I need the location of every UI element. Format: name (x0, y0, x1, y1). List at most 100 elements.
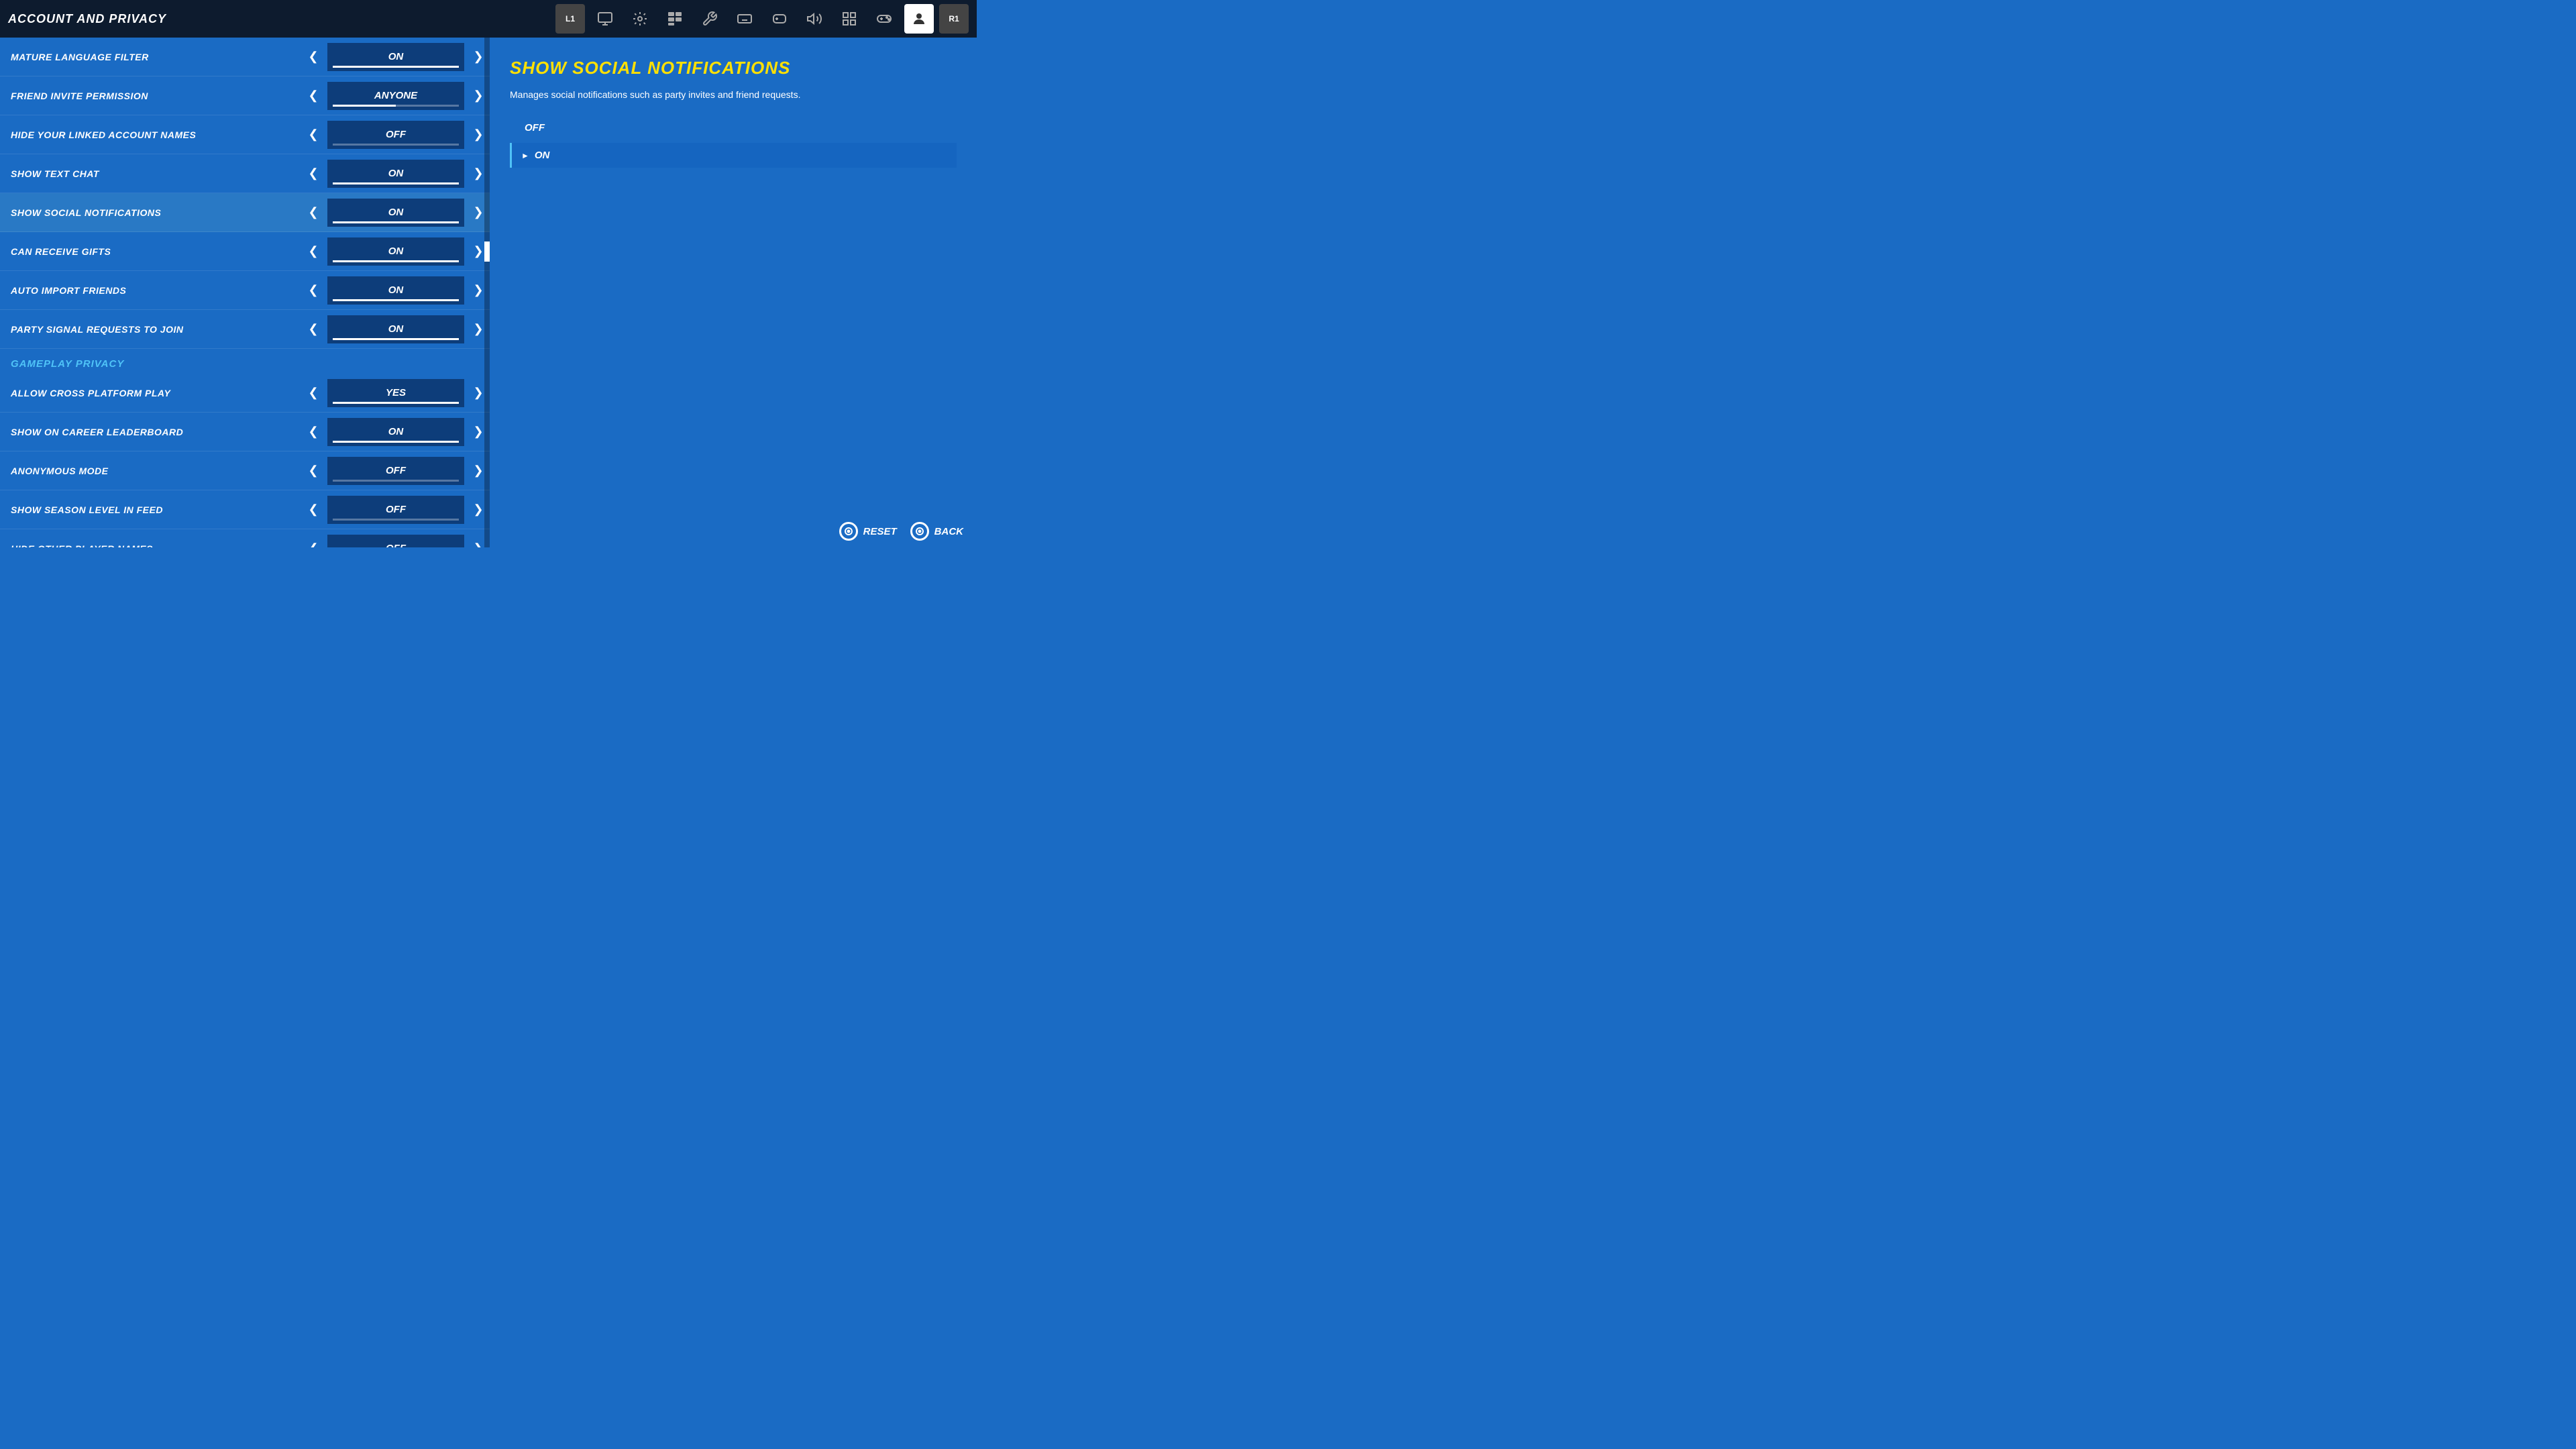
setting-row-auto-import-friends: AUTO IMPORT FRIENDS ❮ ON ❯ (0, 271, 490, 310)
settings-list: MATURE LANGUAGE FILTER ❮ ON ❯ FRIEND INV… (0, 38, 490, 547)
setting-row-hide-linked: HIDE YOUR LINKED ACCOUNT NAMES ❮ OFF ❯ (0, 115, 490, 154)
person-icon[interactable] (904, 4, 934, 34)
value-bar-fill-mature-language (333, 66, 459, 68)
setting-label-can-receive-gifts: CAN RECEIVE GIFTS (0, 246, 302, 257)
description-text: Manages social notifications such as par… (510, 88, 957, 102)
section-header-gameplay-privacy: GAMEPLAY PRIVACY (0, 349, 490, 374)
main-content: MATURE LANGUAGE FILTER ❮ ON ❯ FRIEND INV… (0, 38, 977, 547)
setting-row-show-social-notifications[interactable]: SHOW SOCIAL NOTIFICATIONS ❮ ON ❯ (0, 193, 490, 232)
setting-control-friend-invite: ❮ ANYONE ❯ (302, 82, 490, 110)
option-off[interactable]: OFF (510, 115, 957, 140)
scrollbar[interactable] (484, 38, 490, 547)
setting-control-hide-other-players: ❮ OFF ❯ (302, 535, 490, 548)
value-box-hide-linked: OFF (327, 121, 464, 149)
description-panel: SHOW SOCIAL NOTIFICATIONS Manages social… (490, 38, 977, 547)
back-button[interactable]: BACK (910, 522, 963, 541)
option-off-label: OFF (525, 122, 545, 133)
setting-control-career-leaderboard: ❮ ON ❯ (302, 418, 490, 446)
value-bar-fill-show-text-chat (333, 182, 459, 184)
description-title: SHOW SOCIAL NOTIFICATIONS (510, 58, 957, 78)
setting-control-mature-language: ❮ ON ❯ (302, 43, 490, 71)
scrollbar-thumb[interactable] (484, 241, 490, 262)
monitor-icon[interactable] (590, 4, 620, 34)
wrench-icon[interactable] (695, 4, 724, 34)
setting-label-party-signal: PARTY SIGNAL REQUESTS TO JOIN (0, 324, 302, 335)
value-bar-anonymous-mode (333, 480, 459, 482)
setting-label-show-text-chat: SHOW TEXT CHAT (0, 168, 302, 179)
value-text-hide-other-players: OFF (386, 543, 406, 547)
value-bar-hide-linked (333, 144, 459, 146)
bottom-bar: RESET BACK (826, 515, 977, 547)
setting-control-hide-linked: ❮ OFF ❯ (302, 121, 490, 149)
setting-label-mature-language: MATURE LANGUAGE FILTER (0, 52, 302, 62)
value-box-hide-other-players: OFF (327, 535, 464, 548)
setting-row-friend-invite: FRIEND INVITE PERMISSION ❮ ANYONE ❯ (0, 76, 490, 115)
arrow-left-party-signal[interactable]: ❮ (302, 317, 325, 341)
page-title: ACCOUNT AND PRIVACY (8, 12, 166, 26)
value-text-anonymous-mode: OFF (386, 465, 406, 476)
controller-icon[interactable] (869, 4, 899, 34)
arrow-left-show-text-chat[interactable]: ❮ (302, 162, 325, 186)
value-text-season-level: OFF (386, 504, 406, 515)
arrow-left-season-level[interactable]: ❮ (302, 498, 325, 522)
setting-label-hide-other-players: HIDE OTHER PLAYER NAMES (0, 543, 302, 548)
arrow-left-show-social-notifications[interactable]: ❮ (302, 201, 325, 225)
value-box-can-receive-gifts: ON (327, 237, 464, 266)
value-text-cross-platform: YES (386, 387, 406, 398)
l1-button[interactable]: L1 (555, 4, 585, 34)
arrow-left-career-leaderboard[interactable]: ❮ (302, 420, 325, 444)
audio-icon[interactable] (800, 4, 829, 34)
arrow-left-can-receive-gifts[interactable]: ❮ (302, 239, 325, 264)
gamepad2-icon[interactable] (765, 4, 794, 34)
arrow-left-auto-import-friends[interactable]: ❮ (302, 278, 325, 303)
value-box-season-level: OFF (327, 496, 464, 524)
value-box-show-social-notifications: ON (327, 199, 464, 227)
keyboard-icon[interactable] (730, 4, 759, 34)
arrow-left-anonymous-mode[interactable]: ❮ (302, 459, 325, 483)
setting-label-auto-import-friends: AUTO IMPORT FRIENDS (0, 285, 302, 296)
setting-control-cross-platform: ❮ YES ❯ (302, 379, 490, 407)
stats-icon[interactable] (660, 4, 690, 34)
arrow-left-cross-platform[interactable]: ❮ (302, 381, 325, 405)
reset-icon (839, 522, 858, 541)
value-box-show-text-chat: ON (327, 160, 464, 188)
grid-icon[interactable] (835, 4, 864, 34)
value-box-party-signal: ON (327, 315, 464, 343)
setting-label-hide-linked: HIDE YOUR LINKED ACCOUNT NAMES (0, 129, 302, 140)
top-navigation: ACCOUNT AND PRIVACY L1 (0, 0, 977, 38)
reset-button[interactable]: RESET (839, 522, 897, 541)
value-bar-career-leaderboard (333, 441, 459, 443)
r1-button[interactable]: R1 (939, 4, 969, 34)
value-text-show-text-chat: ON (388, 168, 404, 179)
value-box-career-leaderboard: ON (327, 418, 464, 446)
arrow-left-hide-other-players[interactable]: ❮ (302, 537, 325, 548)
setting-control-season-level: ❮ OFF ❯ (302, 496, 490, 524)
setting-label-cross-platform: ALLOW CROSS PLATFORM PLAY (0, 388, 302, 398)
setting-label-anonymous-mode: ANONYMOUS MODE (0, 466, 302, 476)
setting-label-friend-invite: FRIEND INVITE PERMISSION (0, 91, 302, 101)
arrow-left-mature-language[interactable]: ❮ (302, 45, 325, 69)
value-text-auto-import-friends: ON (388, 284, 404, 296)
option-on[interactable]: ► ON (510, 143, 957, 168)
value-text-career-leaderboard: ON (388, 426, 404, 437)
value-box-anonymous-mode: OFF (327, 457, 464, 485)
arrow-left-friend-invite[interactable]: ❮ (302, 84, 325, 108)
gear-icon[interactable] (625, 4, 655, 34)
value-text-party-signal: ON (388, 323, 404, 335)
back-label: BACK (934, 526, 963, 537)
value-bar-fill-show-social-notifications (333, 221, 459, 223)
value-bar-fill-cross-platform (333, 402, 459, 404)
option-on-label: ON (535, 150, 550, 161)
value-bar-show-text-chat (333, 182, 459, 184)
setting-row-cross-platform: ALLOW CROSS PLATFORM PLAY ❮ YES ❯ (0, 374, 490, 413)
value-bar-fill-can-receive-gifts (333, 260, 459, 262)
setting-label-show-social-notifications: SHOW SOCIAL NOTIFICATIONS (0, 207, 302, 218)
arrow-left-hide-linked[interactable]: ❮ (302, 123, 325, 147)
value-bar-fill-party-signal (333, 338, 459, 340)
setting-row-can-receive-gifts: CAN RECEIVE GIFTS ❮ ON ❯ (0, 232, 490, 271)
value-bar-season-level (333, 519, 459, 521)
value-box-friend-invite: ANYONE (327, 82, 464, 110)
setting-control-party-signal: ❮ ON ❯ (302, 315, 490, 343)
setting-row-career-leaderboard: SHOW ON CAREER LEADERBOARD ❮ ON ❯ (0, 413, 490, 451)
value-text-can-receive-gifts: ON (388, 246, 404, 257)
